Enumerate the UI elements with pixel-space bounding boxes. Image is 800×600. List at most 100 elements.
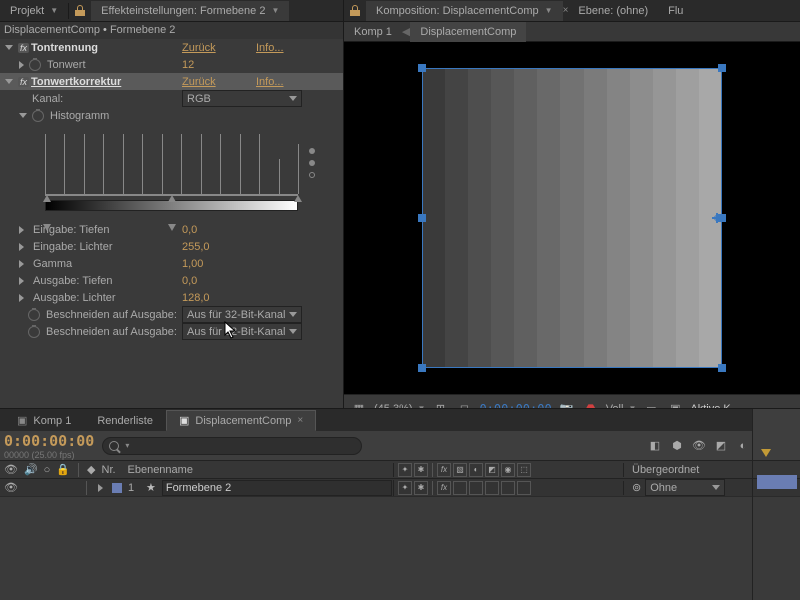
- disclosure-icon[interactable]: [5, 45, 13, 50]
- fx-badge-icon[interactable]: fx: [18, 77, 29, 87]
- tab-komposition[interactable]: Komposition: DisplacementComp▼: [366, 1, 563, 21]
- layer-switch[interactable]: [501, 481, 515, 495]
- prop-value[interactable]: 0,0: [182, 224, 197, 236]
- layer-switch[interactable]: [485, 481, 499, 495]
- layer-name-input[interactable]: [162, 480, 392, 496]
- disclosure-icon[interactable]: [19, 243, 24, 251]
- info-link[interactable]: Info...: [256, 42, 284, 54]
- input-gamma-slider[interactable]: [168, 195, 176, 202]
- effect-tontrennung[interactable]: fx Tontrennung Zurück Info...: [0, 39, 343, 56]
- dot-icon[interactable]: [309, 148, 315, 154]
- lock-icon[interactable]: [350, 6, 360, 16]
- pickwhip-icon[interactable]: ⊚: [632, 481, 641, 494]
- dot-icon[interactable]: [309, 160, 315, 166]
- shy-icon[interactable]: 👁: [690, 437, 708, 455]
- anchor-point-icon[interactable]: [712, 213, 722, 223]
- chevron-down-icon: [712, 485, 720, 490]
- close-icon[interactable]: ×: [297, 415, 303, 426]
- mode-switch-icon[interactable]: ◉: [501, 463, 515, 477]
- mode-switch-icon[interactable]: ✦: [398, 463, 412, 477]
- tab-flu[interactable]: Flu: [658, 1, 693, 21]
- label-column-icon[interactable]: ◆: [87, 463, 95, 476]
- handle-ml[interactable]: [418, 214, 426, 222]
- output-white-slider[interactable]: [168, 224, 176, 231]
- stopwatch-icon[interactable]: [28, 326, 40, 338]
- prop-value[interactable]: 1,00: [182, 258, 203, 270]
- visibility-toggle[interactable]: 👁: [4, 481, 18, 494]
- prop-value[interactable]: 12: [182, 59, 194, 71]
- handle-bl[interactable]: [418, 364, 426, 372]
- layer-switch[interactable]: ✦: [398, 481, 412, 495]
- current-time[interactable]: 0:00:00:00: [4, 432, 94, 450]
- prop-value[interactable]: 255,0: [182, 241, 210, 253]
- layer-switch[interactable]: fx: [437, 481, 451, 495]
- fx-badge-icon[interactable]: fx: [18, 43, 29, 53]
- disclosure-icon[interactable]: [98, 484, 103, 492]
- tab-effect-controls[interactable]: Effekteinstellungen: Formebene 2▼: [91, 1, 289, 21]
- mode-switch-icon[interactable]: ⬚: [517, 463, 531, 477]
- mode-switch-icon[interactable]: fx: [437, 463, 451, 477]
- draft3d-icon[interactable]: ⬢: [668, 437, 686, 455]
- handle-tr[interactable]: [718, 64, 726, 72]
- timeline-search[interactable]: ▾: [102, 437, 362, 455]
- info-link[interactable]: Info...: [256, 76, 284, 88]
- kanal-dropdown[interactable]: RGB: [182, 90, 302, 107]
- lock-column-icon[interactable]: 🔒: [56, 463, 70, 476]
- tl-tab-disp[interactable]: ▣ DisplacementComp×: [166, 410, 316, 431]
- clip-dropdown[interactable]: Aus für 32-Bit-Kanal F: [182, 323, 302, 340]
- layer-duration-bar[interactable]: [757, 475, 797, 489]
- mode-switch-icon[interactable]: ▧: [453, 463, 467, 477]
- layer-switch[interactable]: [469, 481, 483, 495]
- stopwatch-icon[interactable]: [29, 59, 41, 71]
- stopwatch-icon[interactable]: [28, 309, 40, 321]
- reset-link[interactable]: Zurück: [182, 76, 216, 88]
- viewer-tab-komp1[interactable]: Komp 1: [344, 22, 402, 42]
- dot-icon[interactable]: [309, 172, 315, 178]
- input-white-slider[interactable]: [294, 195, 302, 202]
- mode-switch-icon[interactable]: ◐: [469, 463, 483, 477]
- mode-switch-icon[interactable]: ✱: [414, 463, 428, 477]
- disclosure-icon[interactable]: [19, 61, 24, 69]
- clip-dropdown[interactable]: Aus für 32-Bit-Kanal F: [182, 306, 302, 323]
- tab-ebene[interactable]: Ebene: (ohne): [568, 1, 658, 21]
- viewer-tab-disp[interactable]: DisplacementComp: [410, 22, 526, 42]
- mode-switch-icon[interactable]: ◩: [485, 463, 499, 477]
- prop-value[interactable]: 128,0: [182, 292, 210, 304]
- prop-value[interactable]: 0,0: [182, 275, 197, 287]
- stopwatch-icon[interactable]: [32, 110, 44, 122]
- disclosure-icon[interactable]: [19, 294, 24, 302]
- disclosure-icon[interactable]: [19, 113, 27, 118]
- parent-dropdown[interactable]: Ohne: [645, 479, 725, 496]
- effect-tonwertkorrektur[interactable]: fx Tonwertkorrektur Zurück Info...: [0, 73, 343, 90]
- composition-viewer[interactable]: [344, 42, 800, 394]
- disclosure-icon[interactable]: [5, 79, 13, 84]
- col-header-name[interactable]: Ebenenname: [128, 464, 193, 476]
- disclosure-icon[interactable]: [19, 260, 24, 268]
- handle-br[interactable]: [718, 364, 726, 372]
- handle-tl[interactable]: [418, 64, 426, 72]
- reset-link[interactable]: Zurück: [182, 42, 216, 54]
- motion-blur-icon[interactable]: ◐: [734, 437, 752, 455]
- speaker-column-icon[interactable]: 🔊: [24, 463, 38, 476]
- solo-column-icon[interactable]: ○: [44, 464, 51, 476]
- layer-switch[interactable]: [453, 481, 467, 495]
- lock-icon[interactable]: [75, 6, 85, 16]
- col-header-parent[interactable]: Übergeordnet: [632, 464, 699, 476]
- tl-tab-komp1[interactable]: ▣ Komp 1: [4, 410, 84, 431]
- layer-switch[interactable]: ✱: [414, 481, 428, 495]
- timeline-ruler[interactable]: [752, 409, 800, 600]
- disclosure-icon[interactable]: [19, 277, 24, 285]
- tl-tab-renderliste[interactable]: Renderliste: [84, 411, 166, 431]
- layer-switch[interactable]: [517, 481, 531, 495]
- tab-projekt[interactable]: Projekt▼: [0, 1, 68, 21]
- input-black-slider[interactable]: [43, 195, 51, 202]
- layer-color-label[interactable]: [112, 483, 122, 493]
- disclosure-icon[interactable]: [19, 226, 24, 234]
- col-header-nr[interactable]: Nr.: [102, 464, 122, 476]
- current-time-indicator[interactable]: [761, 449, 771, 457]
- timeline-layer-row[interactable]: 👁 1 ★ ✦ ✱ fx: [0, 479, 800, 497]
- output-black-slider[interactable]: [43, 224, 51, 231]
- comp-mini-flowchart-icon[interactable]: ◧: [646, 437, 664, 455]
- frame-blend-icon[interactable]: ◩: [712, 437, 730, 455]
- eye-column-icon[interactable]: 👁: [4, 463, 18, 476]
